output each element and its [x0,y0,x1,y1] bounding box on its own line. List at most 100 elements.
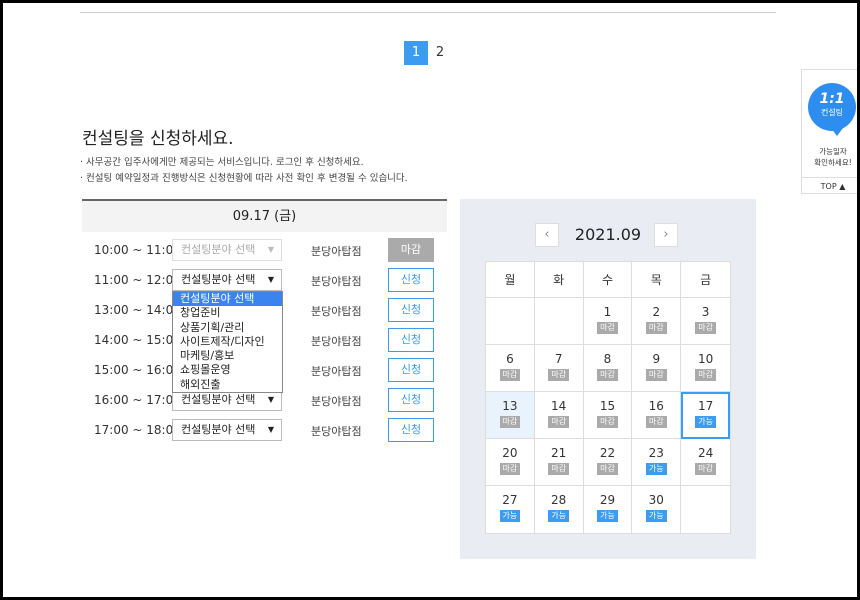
calendar-day[interactable]: 22 마감 [583,439,633,486]
calendar-day[interactable]: 27 가능 [486,486,535,533]
closed-button: 마감 [388,238,434,262]
calendar-day[interactable]: 24 마감 [681,439,730,486]
calendar-weekday-header: 월화수목금 [486,262,730,298]
calendar-panel: ‹ 2021.09 › 월화수목금 1 마감 2 마감 3 마감 6 마감 7 마감 8 마감 9 마감 1… [460,199,756,559]
branch-name: 분당야탑점 [311,305,362,318]
weekday-label: 목 [632,262,682,298]
scroll-top-button[interactable]: TOP ▲ [802,177,857,195]
dropdown-option[interactable]: 창업준비 [173,306,282,320]
apply-button[interactable]: 신청 [388,298,434,322]
closed-badge: 마감 [695,369,716,381]
day-number: 13 [502,399,518,413]
closed-badge: 마감 [499,463,521,475]
available-badge: 가능 [695,416,716,428]
day-number: 9 [652,352,661,366]
calendar-day[interactable]: 15 마감 [583,392,633,439]
closed-badge: 마감 [499,369,521,381]
closed-badge: 마감 [645,416,667,428]
available-badge: 가능 [645,510,667,522]
calendar-day[interactable]: 6 마감 [486,345,535,392]
day-number: 8 [603,352,612,366]
select-value: 컨설팅분야 선택 [181,243,256,256]
consulting-field-select[interactable]: 컨설팅분야 선택 ▼ [172,269,282,291]
calendar-empty-day [681,486,730,533]
calendar-grid: 월화수목금 1 마감 2 마감 3 마감 6 마감 7 마감 8 마감 9 마감 10 마감 13 마감 14 마감 1… [485,261,731,534]
day-number: 17 [697,399,714,413]
chevron-right-icon[interactable]: › [654,223,678,247]
calendar-day[interactable]: 30 가능 [632,486,682,533]
calendar-day[interactable]: 28 가능 [535,486,584,533]
calendar-day[interactable]: 23 가능 [632,439,682,486]
day-number: 10 [697,352,714,366]
day-number: 28 [551,493,567,507]
day-number: 6 [506,352,514,366]
side-widget-text: 가능일자 확인하세요! [802,146,857,168]
dropdown-option[interactable]: 컨설팅분야 선택 [173,292,282,307]
closed-badge: 마감 [597,369,618,381]
time-slot: 14:00 ~ 15:00 [94,333,181,347]
closed-badge: 마감 [597,463,618,475]
calendar-day[interactable]: 9 마감 [632,345,682,392]
page-2-button[interactable]: 2 [428,41,452,65]
calendar-day[interactable]: 16 마감 [632,392,682,439]
day-number: 22 [599,446,616,460]
branch-name: 분당야탑점 [311,395,362,408]
calendar-day[interactable]: 17 가능 [681,392,730,439]
day-number: 27 [502,493,518,507]
notice-list: 사무공간 입주사에게만 제공되는 서비스입니다. 로그인 후 신청하세요. 컨설… [80,155,408,187]
calendar-day[interactable]: 1 마감 [583,298,633,345]
calendar-day[interactable]: 2 마감 [632,298,682,345]
calendar-week: 6 마감 7 마감 8 마감 9 마감 10 마감 [486,345,730,392]
closed-badge: 마감 [548,463,570,475]
caret-down-icon: ▼ [267,275,274,284]
dropdown-option[interactable]: 마케팅/홍보 [173,349,282,363]
day-number: 7 [554,352,563,366]
time-slot: 11:00 ~ 12:00 [94,273,181,287]
day-number: 1 [603,305,612,319]
apply-button[interactable]: 신청 [388,358,434,382]
calendar-day[interactable]: 10 마감 [681,345,730,392]
branch-name: 분당아탑점 [311,365,362,378]
dropdown-option[interactable]: 사이트제작/디자인 [173,335,282,349]
calendar-day[interactable]: 7 마감 [534,345,584,392]
schedule-row: 11:00 ~ 12:00 컨설팅분야 선택 ▼ 분당야탑점 신청 [82,268,447,293]
select-value: 컨설팅분야 선택 [181,423,256,436]
apply-button[interactable]: 신청 [388,328,434,352]
chevron-left-icon[interactable]: ‹ [535,223,559,247]
closed-badge: 마감 [548,369,570,381]
caret-down-icon: ▼ [267,425,274,434]
day-number: 30 [648,493,664,507]
day-number: 14 [551,399,567,413]
calendar-day[interactable]: 14 마감 [534,392,584,439]
calendar-day[interactable]: 20 마감 [486,439,535,486]
consulting-field-dropdown[interactable]: 컨설팅분야 선택 창업준비 상품기획/관리 사이트제작/디자인 마케팅/홍보 쇼핑몰운영 해… [172,291,283,394]
closed-badge: 마감 [695,463,716,475]
calendar-day[interactable]: 13 마감 [486,392,535,439]
calendar-day[interactable]: 21 마감 [534,439,584,486]
apply-button[interactable]: 신청 [388,268,434,292]
calendar-day[interactable]: 8 마감 [583,345,633,392]
page-1-button[interactable]: 1 [404,41,428,65]
calendar-week: 20 마감 21 마감 22 마감 23 가능 24 마감 [486,439,730,486]
consulting-field-select: 컨설팅분야 선택 ▼ [172,239,282,261]
dropdown-option[interactable]: 해외진출 [173,378,282,392]
apply-button[interactable]: 신청 [388,388,434,412]
chat-bubble-icon[interactable]: 1:1 컨설팅 [808,83,856,131]
day-number: 15 [599,399,616,413]
apply-button[interactable]: 신청 [388,418,434,442]
day-number: 23 [648,446,664,460]
closed-badge: 마감 [695,322,716,334]
time-slot: 13:00 ~ 14:00 [94,303,181,317]
calendar-week: 1 마감 2 마감 3 마감 [486,298,730,345]
dropdown-option[interactable]: 쇼핑몰운영 [173,363,282,377]
day-number: 21 [551,446,567,460]
consulting-field-select[interactable]: 컨설팅분야 선택 ▼ [172,419,282,441]
calendar-day[interactable]: 29 가능 [584,486,633,533]
day-number: 29 [599,493,616,507]
dropdown-option[interactable]: 상품기획/관리 [173,321,282,335]
weekday-label: 수 [583,262,633,298]
calendar-day[interactable]: 3 마감 [681,298,730,345]
day-number: 24 [697,446,714,460]
consulting-side-widget[interactable]: 1:1 컨설팅 가능일자 확인하세요! TOP ▲ [801,69,857,195]
branch-name: 분당야탑점 [311,425,362,438]
